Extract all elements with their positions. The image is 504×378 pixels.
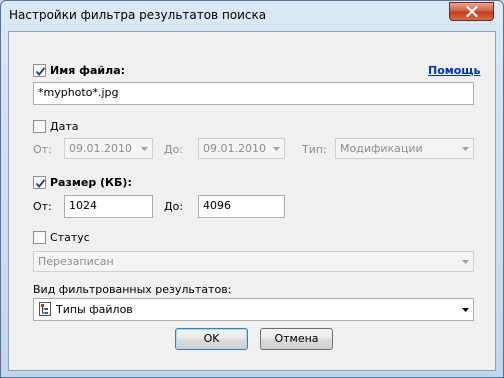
tree-view-icon [39, 302, 51, 316]
help-link[interactable]: Помощь [428, 64, 480, 77]
date-from-picker[interactable]: 09.01.2010 [64, 138, 153, 159]
filename-checkbox[interactable] [33, 64, 46, 77]
date-to-value: 09.01.2010 [203, 142, 266, 155]
dialog-window: Настройки фильтра результатов поиска Имя… [0, 0, 504, 378]
date-to-picker[interactable]: 09.01.2010 [198, 138, 285, 159]
close-icon [465, 6, 478, 17]
date-from-value: 09.01.2010 [69, 142, 132, 155]
checkmark-icon [35, 179, 46, 188]
status-select[interactable]: Перезаписан [33, 251, 474, 272]
chevron-down-icon [273, 147, 280, 151]
status-label: Статус [50, 231, 90, 244]
size-checkbox[interactable] [33, 176, 46, 189]
size-from-label: От: [33, 200, 52, 213]
ok-button[interactable]: OK [175, 328, 248, 350]
chevron-down-icon [141, 147, 148, 151]
size-to-label: До: [164, 200, 184, 213]
status-value: Перезаписан [38, 255, 114, 268]
date-checkbox[interactable] [33, 120, 46, 133]
status-checkbox[interactable] [33, 231, 46, 244]
size-label: Размер (КБ): [50, 176, 132, 189]
size-from-input[interactable]: 1024 [64, 195, 153, 218]
date-type-label: Тип: [302, 143, 327, 156]
chevron-down-icon [462, 260, 469, 264]
dialog-client-area: Имя файла: Помощь *myphoto*.jpg Дата От:… [8, 31, 496, 371]
date-type-select[interactable]: Модификации [335, 138, 474, 159]
view-value: Типы файлов [56, 303, 133, 316]
filename-label: Имя файла: [50, 64, 126, 77]
cancel-button[interactable]: Отмена [260, 328, 333, 350]
date-to-label: До: [164, 143, 184, 156]
checkmark-icon [35, 67, 46, 76]
date-label: Дата [50, 120, 79, 133]
date-from-label: От: [33, 143, 52, 156]
chevron-down-icon [462, 308, 469, 312]
view-label: Вид фильтрованных результатов: [33, 283, 232, 296]
size-to-input[interactable]: 4096 [198, 195, 285, 218]
date-type-value: Модификации [340, 142, 423, 155]
view-select[interactable]: Типы файлов [33, 298, 474, 321]
window-title: Настройки фильтра результатов поиска [9, 8, 267, 22]
filename-input[interactable]: *myphoto*.jpg [33, 82, 474, 105]
close-button[interactable] [449, 2, 494, 21]
chevron-down-icon [462, 147, 469, 151]
title-bar[interactable]: Настройки фильтра результатов поиска [1, 1, 503, 31]
